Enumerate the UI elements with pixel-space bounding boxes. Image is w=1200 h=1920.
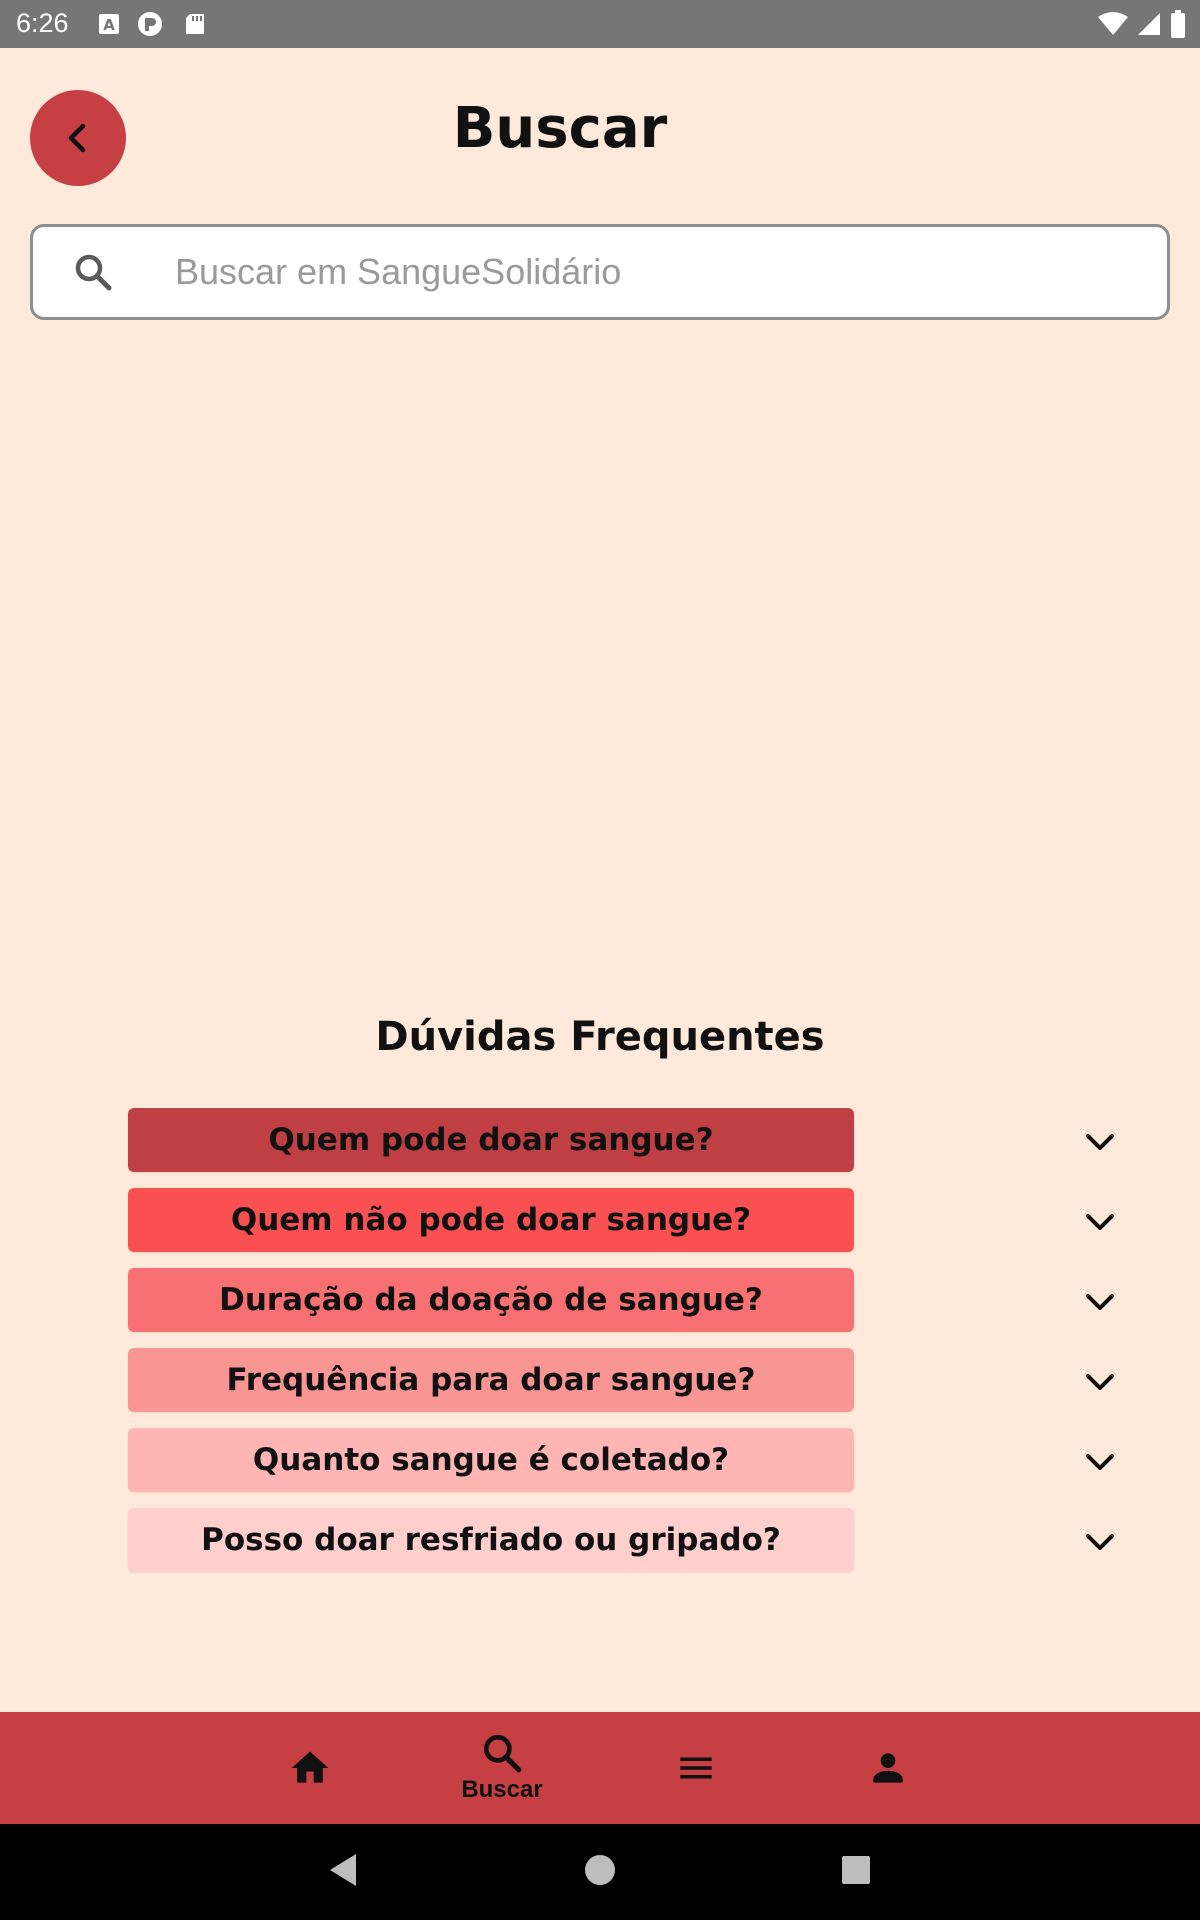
- system-home-icon[interactable]: [584, 1850, 616, 1890]
- wifi-icon: [1098, 12, 1128, 35]
- nav-profile[interactable]: [828, 1712, 948, 1824]
- faq-title: Dúvidas Frequentes: [375, 1014, 825, 1060]
- system-back-icon[interactable]: [326, 1850, 358, 1890]
- search-icon: [483, 1734, 522, 1773]
- person-icon: [873, 1753, 903, 1783]
- bottom-nav: Buscar: [0, 1712, 1200, 1824]
- menu-icon: [680, 1757, 712, 1779]
- expand-chevron[interactable]: [1080, 1122, 1120, 1162]
- faq-item[interactable]: Duração da doação de sangue?: [0, 1268, 1200, 1348]
- chevron-down-icon: [1086, 1454, 1114, 1470]
- header: Buscar: [0, 48, 1200, 218]
- chevron-down-icon: [1086, 1534, 1114, 1550]
- expand-chevron[interactable]: [1080, 1362, 1120, 1402]
- svg-text:A: A: [103, 16, 115, 34]
- expand-chevron[interactable]: [1080, 1282, 1120, 1322]
- expand-chevron[interactable]: [1080, 1442, 1120, 1482]
- chevron-down-icon: [1086, 1374, 1114, 1390]
- expand-chevron[interactable]: [1080, 1522, 1120, 1562]
- expand-chevron[interactable]: [1080, 1202, 1120, 1242]
- keyboard-a-icon: A: [99, 14, 119, 34]
- faq-question-button[interactable]: Quanto sangue é coletado?: [128, 1428, 854, 1492]
- battery-icon: [1171, 10, 1185, 38]
- chevron-down-icon: [1086, 1134, 1114, 1150]
- faq-item[interactable]: Frequência para doar sangue?: [0, 1348, 1200, 1428]
- faq-item[interactable]: Posso doar resfriado ou gripado?: [0, 1508, 1200, 1588]
- faq-item[interactable]: Quanto sangue é coletado?: [0, 1428, 1200, 1508]
- faq-list: Quem pode doar sangue? Quem não pode doar…: [0, 1108, 1200, 1588]
- faq-question-button[interactable]: Quem pode doar sangue?: [128, 1108, 854, 1172]
- page-title: Buscar: [452, 96, 668, 161]
- chevron-down-icon: [1086, 1294, 1114, 1310]
- system-navigation-bar: [0, 1824, 1200, 1920]
- status-time: 6:26: [16, 8, 69, 38]
- faq-question-button[interactable]: Quem não pode doar sangue?: [128, 1188, 854, 1252]
- faq-item[interactable]: Quem não pode doar sangue?: [0, 1188, 1200, 1268]
- sd-card-icon: [186, 14, 204, 34]
- faq-item[interactable]: Quem pode doar sangue?: [0, 1108, 1200, 1188]
- system-recents-icon[interactable]: [840, 1850, 872, 1890]
- faq-question-button[interactable]: Duração da doação de sangue?: [128, 1268, 854, 1332]
- signal-icon: [1138, 13, 1160, 35]
- nav-menu[interactable]: [636, 1712, 756, 1824]
- status-bar: 6:26 A: [0, 0, 1200, 48]
- nav-search[interactable]: Buscar: [442, 1712, 562, 1824]
- search-icon-wrap: [73, 252, 145, 292]
- home-icon: [291, 1751, 329, 1783]
- search-icon: [75, 254, 112, 291]
- chevron-down-icon: [1086, 1214, 1114, 1230]
- faq-question-button[interactable]: Frequência para doar sangue?: [128, 1348, 854, 1412]
- nav-home[interactable]: [250, 1712, 370, 1824]
- nav-search-label: Buscar: [461, 1776, 543, 1803]
- faq-question-button[interactable]: Posso doar resfriado ou gripado?: [128, 1508, 854, 1572]
- search-box[interactable]: [30, 224, 1170, 320]
- status-right: [1098, 10, 1186, 38]
- notification-p-icon: [138, 12, 162, 36]
- search-input[interactable]: [175, 251, 1155, 293]
